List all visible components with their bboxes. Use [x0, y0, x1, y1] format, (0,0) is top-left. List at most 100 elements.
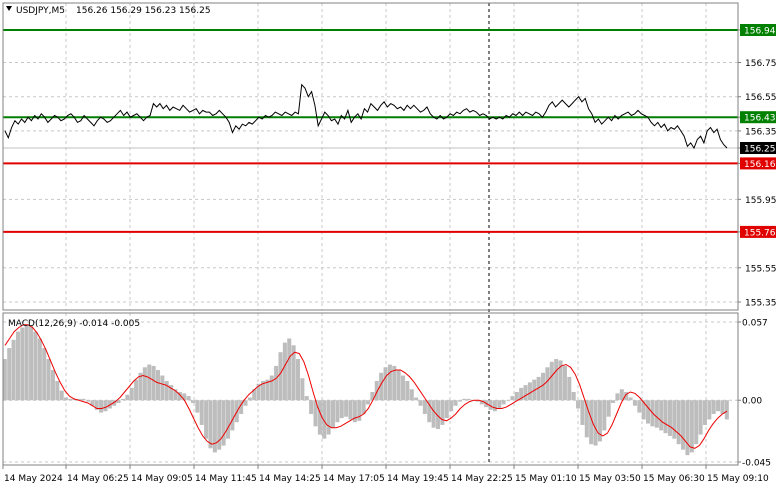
macd-bar: [348, 400, 353, 420]
macd-bar: [707, 400, 712, 420]
macd-bar: [724, 400, 729, 420]
macd-bar: [637, 400, 642, 413]
macd-bar: [549, 361, 554, 401]
time-tick-label: 14 May 14:25: [259, 474, 321, 484]
macd-bar: [221, 400, 226, 446]
macd-bar: [554, 359, 559, 401]
macd-bar: [576, 400, 581, 409]
macd-bar: [453, 400, 458, 406]
price-tag-text-0: 156.94: [744, 27, 776, 37]
macd-bar: [20, 327, 25, 401]
macd-bar: [225, 400, 231, 439]
price-tick-label: 156.35: [745, 127, 777, 137]
macd-bar: [208, 400, 213, 449]
macd-bar: [230, 400, 235, 431]
time-tick-label: 14 May 2024: [4, 474, 63, 484]
macd-bar: [698, 400, 703, 435]
macd-bar: [422, 400, 427, 414]
macd-title: MACD(12,26,9) -0.014 -0.005: [8, 319, 140, 329]
macd-bar: [85, 400, 90, 402]
macd-bar: [387, 364, 392, 401]
price-tag-text-8: 155.76: [744, 228, 776, 238]
macd-bar: [611, 400, 616, 403]
macd-bar: [274, 365, 279, 401]
macd-bar: [632, 400, 637, 406]
time-axis[interactable]: 14 May 2024 14 May 06:25 14 May 09:05 14 Ma…: [2, 465, 769, 484]
price-tick-label: 155.55: [745, 264, 777, 274]
macd-bar: [676, 400, 681, 445]
macd-bar: [418, 400, 423, 406]
macd-bar: [409, 389, 414, 401]
macd-bar: [663, 400, 668, 434]
macd-bar: [462, 398, 467, 401]
macd-bar: [269, 375, 274, 401]
macd-bar: [295, 359, 301, 401]
macd-bar: [667, 400, 672, 436]
macd-bar: [155, 370, 160, 401]
macd-bar: [81, 398, 86, 401]
symbol-label: USDJPY,M5: [16, 6, 65, 16]
macd-bar: [545, 367, 550, 401]
macd-bar: [685, 400, 690, 456]
macd-bar: [689, 400, 694, 453]
price-panel-frame: [2, 2, 739, 311]
macd-bar: [190, 400, 195, 403]
macd-bar: [142, 367, 147, 401]
time-tick-label: 14 May 17:05: [323, 474, 385, 484]
macd-bar: [602, 400, 607, 431]
macd-bar: [50, 370, 55, 401]
macd-bar: [125, 394, 130, 401]
macd-bar: [374, 381, 379, 401]
macd-bar: [571, 392, 576, 401]
macd-bar: [694, 400, 699, 445]
macd-bar: [506, 400, 511, 401]
macd-bar: [716, 400, 721, 412]
price-axis[interactable]: 156.94 156.75 156.55 156.43 156.35 156.25 156.…: [738, 24, 777, 309]
macd-bar: [64, 397, 69, 401]
price-tick-label: 155.35: [745, 299, 777, 309]
chart-canvas[interactable]: USDJPY,M5 156.26 156.29 156.23 156.25 MA…: [0, 0, 781, 489]
macd-bar: [317, 400, 322, 435]
macd-bar: [120, 398, 125, 401]
macd-bar: [147, 364, 152, 401]
macd-bar: [160, 375, 165, 401]
macd-bar: [527, 382, 532, 401]
macd-bar: [204, 400, 209, 439]
macd-bar: [68, 398, 73, 401]
time-tick-label: 15 May 09:10: [707, 474, 769, 484]
macd-bar: [11, 339, 16, 401]
time-tick-label: 14 May 06:25: [67, 474, 129, 484]
macd-bar: [654, 400, 659, 428]
macd-axis[interactable]: 0.057 0.00 -0.045: [738, 319, 771, 469]
macd-bar: [501, 400, 506, 405]
time-tick-label: 14 May 11:45: [195, 474, 257, 484]
macd-bar: [282, 342, 287, 401]
macd-bar: [567, 376, 572, 401]
macd-bar: [103, 400, 108, 412]
macd-bar: [396, 370, 401, 401]
macd-bar: [151, 365, 156, 401]
triangle-down-icon[interactable]: [6, 6, 12, 11]
macd-bar: [440, 400, 445, 425]
price-tag-text-6: 156.16: [744, 160, 776, 170]
time-tick-label: 14 May 09:05: [131, 474, 193, 484]
macd-bar: [59, 390, 64, 401]
macd-bar: [278, 352, 283, 401]
macd-bar: [182, 393, 187, 401]
macd-bar: [646, 400, 651, 424]
macd-bar: [33, 331, 38, 401]
time-tick-label: 15 May 01:10: [515, 474, 577, 484]
macd-bar: [606, 400, 611, 417]
macd-histogram: [2, 324, 729, 456]
macd-bar: [593, 400, 598, 446]
macd-bar: [366, 400, 371, 405]
macd-tick-label: -0.045: [742, 459, 771, 469]
price-grid: [3, 3, 738, 310]
price-tick-label: 156.75: [745, 59, 777, 69]
macd-bar: [492, 400, 497, 412]
macd-bar: [580, 400, 585, 425]
macd-bar: [304, 396, 309, 401]
macd-bar: [457, 400, 462, 402]
macd-tick-label: 0.00: [742, 397, 762, 407]
macd-bar: [247, 397, 252, 401]
